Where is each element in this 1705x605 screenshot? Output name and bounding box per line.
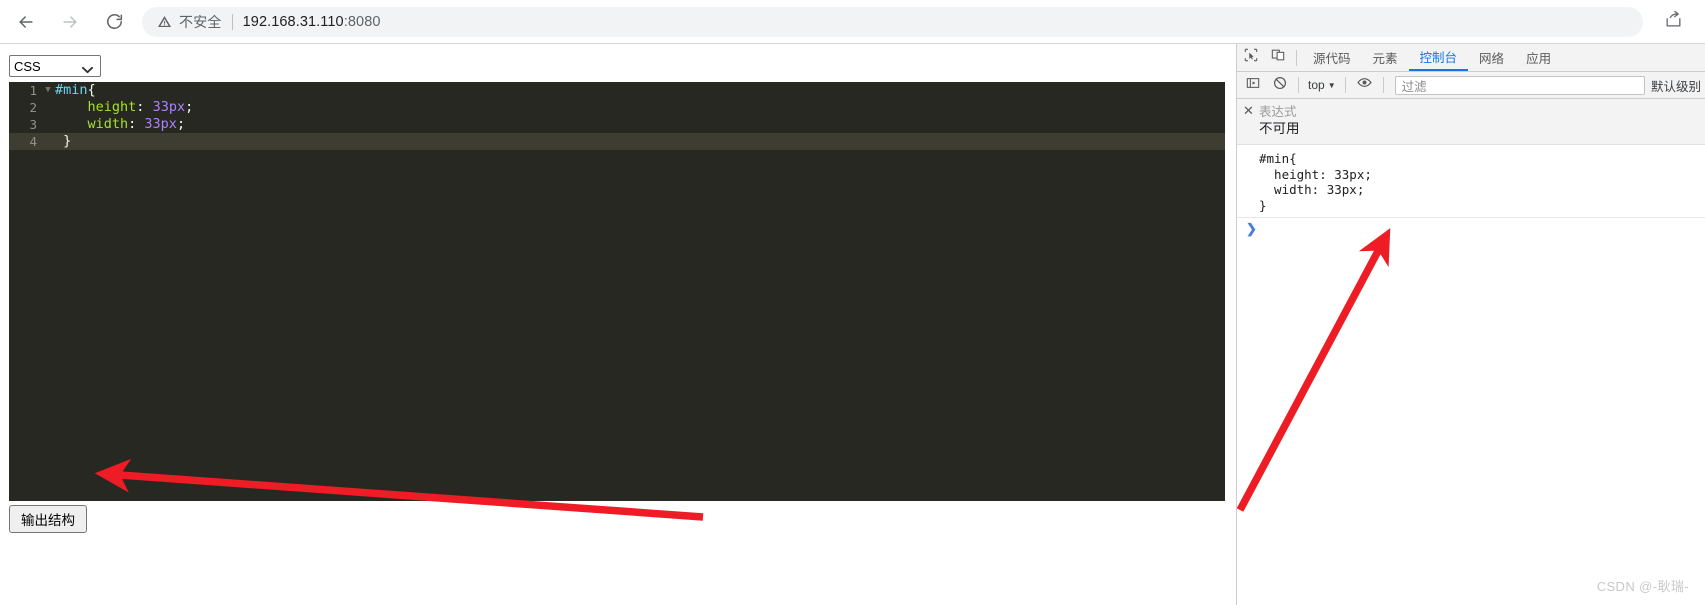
share-button[interactable] xyxy=(1655,4,1691,40)
tab-elements[interactable]: 元素 xyxy=(1362,44,1409,71)
clear-console-icon xyxy=(1273,76,1287,95)
reload-button[interactable] xyxy=(96,4,132,40)
console-filter-input[interactable]: 过滤 xyxy=(1394,75,1645,95)
device-toolbar-button[interactable] xyxy=(1264,45,1291,71)
live-expression-banner: ✕ 表达式 不可用 xyxy=(1237,99,1705,145)
warning-triangle-icon xyxy=(156,14,172,30)
code-token-num: 33px xyxy=(152,99,186,115)
live-expression-eye-icon xyxy=(1357,75,1372,95)
share-icon xyxy=(1664,10,1683,34)
code-token-brace: { xyxy=(87,82,96,98)
tab-label: 控制台 xyxy=(1419,51,1458,65)
browser-toolbar: 不安全 192.168.31.110:8080 xyxy=(0,0,1705,44)
device-toolbar-icon xyxy=(1271,48,1285,67)
editor-line: 1 ▼ #min{ xyxy=(9,82,1225,99)
prompt-caret-icon: ❯ xyxy=(1246,221,1257,236)
code-token-punct xyxy=(55,99,88,115)
arrow-right-icon xyxy=(60,12,80,32)
editor-line-code: } xyxy=(55,133,1225,150)
code-token-num: 33px xyxy=(144,116,177,132)
fold-arrow-icon[interactable]: ▼ xyxy=(41,82,55,99)
tab-sources[interactable]: 源代码 xyxy=(1302,44,1362,71)
tab-label: 元素 xyxy=(1372,52,1398,66)
console-sidebar-icon xyxy=(1246,76,1260,95)
editor-line: 4 } xyxy=(9,133,1225,150)
editor-line-number: 3 xyxy=(29,117,37,132)
security-label: 不安全 xyxy=(179,13,222,30)
editor-line-number: 4 xyxy=(29,134,37,149)
toolbar-divider-1 xyxy=(1298,77,1299,93)
close-icon[interactable]: ✕ xyxy=(1243,104,1256,117)
reload-icon xyxy=(105,12,124,31)
log-level-label: 默认级别 xyxy=(1650,79,1701,94)
live-expression-header: ✕ 表达式 xyxy=(1237,102,1705,119)
log-level-selector[interactable]: 默认级别 xyxy=(1651,76,1705,95)
arrow-left-icon xyxy=(16,12,36,32)
code-token-brace: } xyxy=(55,133,72,149)
editor-line-code: height: 33px; xyxy=(55,99,1225,116)
live-expression-label: 表达式 xyxy=(1259,105,1297,119)
devtools-panel: 源代码 元素 控制台 网络 应用 top ▼ 过滤 默认级别 ✕ 表达式 不可用… xyxy=(1236,44,1705,605)
code-token-prop: width xyxy=(87,116,129,132)
toolbar-divider-2 xyxy=(1344,77,1346,93)
tab-label: 应用 xyxy=(1526,52,1552,66)
chevron-down-icon: ▼ xyxy=(1327,80,1336,90)
tab-network[interactable]: 网络 xyxy=(1468,44,1515,71)
inspect-element-icon xyxy=(1244,48,1258,67)
back-button[interactable] xyxy=(8,4,44,40)
inspect-element-button[interactable] xyxy=(1237,45,1264,71)
live-expression-button[interactable] xyxy=(1351,72,1378,98)
console-sidebar-button[interactable] xyxy=(1239,72,1266,98)
editor-line-number: 2 xyxy=(29,100,37,115)
editor-line-code: #min{ xyxy=(55,82,1225,99)
forward-button[interactable] xyxy=(52,4,88,40)
screen-root: 不安全 192.168.31.110:8080 CSS 1 ▼ #min{2 … xyxy=(0,0,1705,605)
execution-context-value: top xyxy=(1308,78,1325,92)
code-token-punct xyxy=(55,116,88,132)
language-select[interactable]: CSS xyxy=(9,55,101,77)
editor-line: 2 height: 33px; xyxy=(9,99,1225,116)
output-structure-button[interactable]: 输出结构 xyxy=(9,505,87,533)
execution-context-selector[interactable]: top ▼ xyxy=(1304,78,1340,92)
tab-label: 源代码 xyxy=(1313,52,1351,66)
toolbar-divider-3 xyxy=(1382,77,1384,93)
web-page-content: CSS 1 ▼ #min{2 height: 33px; 3 width: 33px;… xyxy=(0,44,1236,605)
address-bar[interactable]: 不安全 192.168.31.110:8080 xyxy=(142,6,1643,37)
devtools-tabbar: 源代码 元素 控制台 网络 应用 xyxy=(1237,44,1705,72)
code-token-sel: #min xyxy=(55,82,88,98)
code-token-punct: ; xyxy=(185,99,194,115)
live-expression-value: 不可用 xyxy=(1259,121,1300,136)
code-token-prop: height xyxy=(87,99,137,115)
editor-line-code: width: 33px; xyxy=(55,116,1225,133)
url-port: :8080 xyxy=(343,13,381,30)
console-filter-placeholder: 过滤 xyxy=(1401,79,1427,94)
omnibox-divider xyxy=(231,13,233,30)
clear-console-button[interactable] xyxy=(1266,72,1293,98)
csdn-watermark: CSDN @-耿瑞- xyxy=(1596,579,1689,594)
console-body[interactable]: ✕ 表达式 不可用 #min{ height: 33px; width: 33p… xyxy=(1237,99,1705,604)
editor-line: 3 width: 33px; xyxy=(9,116,1225,133)
console-input-row[interactable]: ❯ xyxy=(1237,218,1705,239)
code-token-punct: : xyxy=(136,99,153,115)
css-code-editor[interactable]: 1 ▼ #min{2 height: 33px; 3 width: 33px; 4 } xyxy=(9,82,1225,501)
tab-label: 网络 xyxy=(1479,52,1505,66)
editor-line-number: 1 xyxy=(29,83,37,98)
url-host: 192.168.31.110 xyxy=(242,13,344,30)
language-select-wrapper: CSS xyxy=(9,55,101,77)
console-toolbar: top ▼ 过滤 默认级别 xyxy=(1237,72,1705,99)
console-output-message: #min{ height: 33px; width: 33px; } xyxy=(1237,145,1705,218)
url-text: 192.168.31.110:8080 xyxy=(243,14,381,30)
code-token-punct: ; xyxy=(176,116,186,132)
code-token-punct: : xyxy=(128,116,145,132)
tab-application[interactable]: 应用 xyxy=(1515,44,1562,71)
tab-console[interactable]: 控制台 xyxy=(1408,44,1469,71)
tabbar-divider xyxy=(1296,49,1297,66)
